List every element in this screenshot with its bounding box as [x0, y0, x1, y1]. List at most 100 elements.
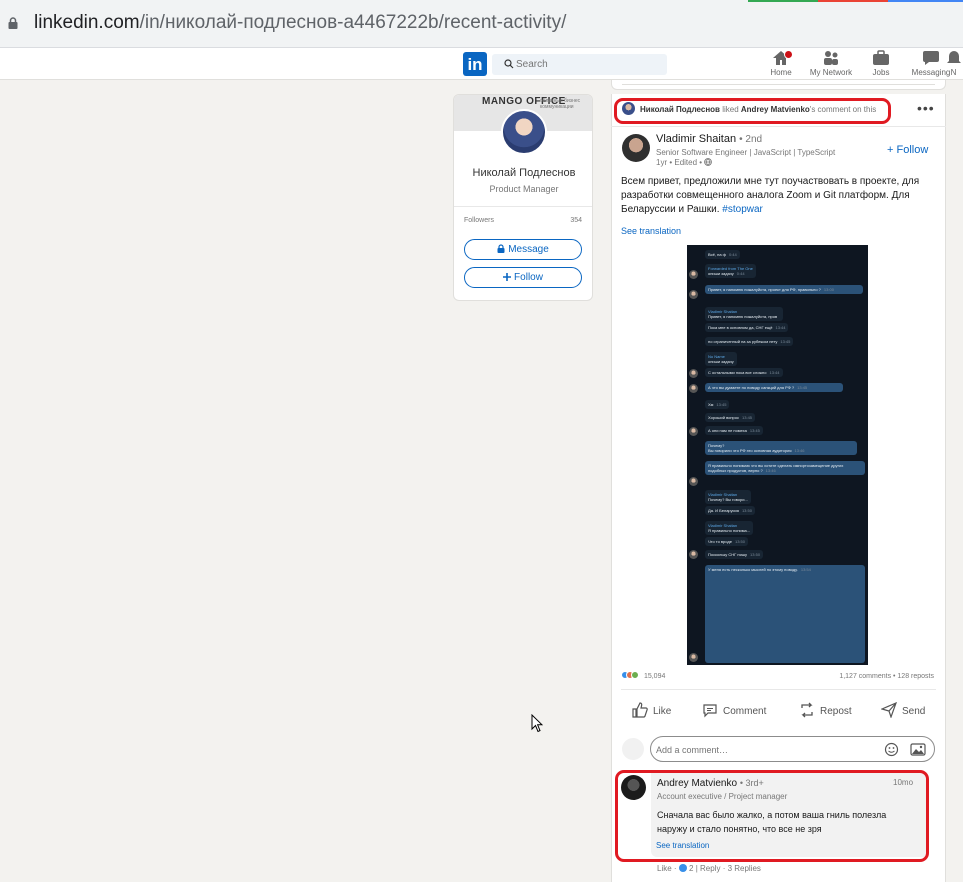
url-path: /in/николай-подлеснов-a4467222b/recent-a…	[139, 12, 567, 33]
profile-title: Product Manager	[489, 184, 559, 194]
avatar	[689, 270, 698, 279]
red-highlight-comment	[615, 770, 929, 862]
bell-icon	[946, 51, 961, 63]
avatar	[689, 653, 698, 662]
see-translation-link[interactable]: See translation	[621, 226, 681, 236]
nav-notifications-label: N	[950, 68, 957, 77]
post-meta: 1yr • Edited •	[656, 158, 713, 167]
chat-bubble: Да. И Беларусия 13:50	[705, 506, 755, 515]
repost-icon	[801, 702, 813, 718]
avatar	[689, 369, 698, 378]
like-button[interactable]: Like	[632, 702, 671, 718]
post-body: Всем привет, предложили мне тут поучаств…	[621, 176, 920, 215]
more-options-icon[interactable]: •••	[917, 101, 935, 115]
messaging-icon	[923, 51, 939, 65]
divider	[611, 126, 946, 127]
avatar	[622, 738, 644, 760]
hashtag-link[interactable]: #stopwar	[722, 204, 763, 215]
thumbs-up-icon	[632, 702, 648, 718]
reactions-count: 15,094	[643, 673, 666, 680]
post-time: 1yr • Edited •	[656, 158, 703, 167]
post-image[interactable]: Всё, на ф 0:44 Forwarded from The One опиш…	[687, 245, 868, 665]
post-author-name[interactable]: Vladimir Shaitan	[656, 133, 736, 145]
browser-address-bar[interactable]: linkedin.com/in/николай-подлеснов-a44672…	[0, 0, 963, 48]
comment-label: Comment	[723, 706, 767, 717]
avatar[interactable]	[622, 134, 650, 162]
notification-badge	[784, 50, 793, 59]
nav-network-label: My Network	[809, 68, 853, 77]
search-bar[interactable]	[492, 54, 667, 75]
tab-strip-accent	[888, 0, 963, 2]
nav-jobs[interactable]: Jobs	[856, 50, 906, 77]
send-label: Send	[902, 706, 926, 717]
lock-icon	[497, 244, 505, 253]
url-host: linkedin.com	[34, 12, 140, 33]
send-button[interactable]: Send	[880, 701, 926, 719]
chat-bubble: Почему? Вы говорили что РФ это основная а…	[705, 441, 857, 455]
repost-button[interactable]: Repost	[799, 702, 852, 718]
chat-bubble: Поскольку СНГ пишу 13:50	[705, 550, 764, 559]
chat-bubble: А они нам не помеха 13:45	[705, 426, 763, 435]
like-label: Like	[653, 706, 672, 717]
repost-label: Repost	[820, 706, 852, 717]
nav-home[interactable]: Home	[756, 50, 806, 77]
lock-icon	[8, 17, 18, 29]
avatar[interactable]	[501, 109, 547, 155]
plus-icon	[503, 273, 512, 281]
post-follow-button[interactable]: + Follow	[887, 144, 928, 156]
chat-bubble: Хм 13:45	[705, 400, 730, 409]
nav-notifications[interactable]: N	[944, 50, 963, 77]
follow-button-label: Follow	[514, 272, 543, 283]
reactions-summary[interactable]: 15,094	[621, 671, 665, 680]
replies-count[interactable]: 3 Replies	[728, 864, 761, 873]
connection-degree: • 2nd	[739, 134, 763, 145]
comment-box[interactable]	[650, 736, 935, 762]
comment-icon	[703, 704, 717, 718]
follow-button[interactable]: Follow	[464, 267, 582, 288]
chat-bubble: С остальными пока все сложно 13:44	[705, 368, 783, 377]
divider	[621, 689, 936, 690]
comment-button[interactable]: Comment	[702, 702, 766, 718]
profile-name[interactable]: Николай Подлеснов	[454, 167, 592, 179]
search-icon	[504, 59, 514, 69]
comment-reply-button[interactable]: Reply	[700, 864, 720, 873]
divider	[454, 206, 592, 207]
avatar	[689, 550, 698, 559]
comment-like-count[interactable]: 2	[689, 864, 693, 873]
post-author-headline: Senior Software Engineer | JavaScript | …	[656, 148, 836, 157]
chat-bubble: Vladimir Shaitan Я правильно понима...	[705, 521, 754, 535]
chat-bubble: Vladimir Shaitan Привет, я напомню пожалу…	[705, 307, 784, 321]
linkedin-logo[interactable]: in	[463, 52, 487, 76]
avatar	[689, 477, 698, 486]
globe-icon	[704, 158, 713, 166]
chat-bubble: А что вы думаете по поводу санкций для Р…	[705, 383, 843, 392]
chat-bubble: Хороший вопрос 13:45	[705, 413, 756, 422]
profile-card: MANGO OFFICE облачные бизнес коммуникаци…	[453, 94, 593, 301]
chat-bubble: Пока мне в основном да, СНГ ещё 13:44	[705, 323, 789, 332]
message-button-label: Message	[508, 244, 549, 255]
emoji-icon[interactable]	[884, 742, 899, 757]
followers-label: Followers	[464, 217, 494, 224]
image-icon[interactable]	[910, 742, 926, 757]
cover-tagline: облачные бизнес коммуникации	[540, 98, 581, 110]
comment-input[interactable]	[656, 741, 876, 758]
message-button[interactable]: Message	[464, 239, 582, 260]
post-text: Всем привет, предложили мне тут поучаств…	[621, 175, 921, 217]
send-icon	[880, 701, 898, 719]
mouse-cursor-icon	[531, 714, 543, 733]
search-input[interactable]	[516, 56, 656, 73]
url-text[interactable]: linkedin.com/in/николай-подлеснов-a44672…	[34, 12, 566, 34]
comment-like-button[interactable]: Like	[657, 864, 672, 873]
like-reaction-icon	[678, 864, 687, 872]
celebrate-reaction-icon	[631, 671, 639, 679]
chat-bubble: Всё, на ф 0:44	[705, 250, 740, 259]
chat-bubble: У меня есть несколько мыслей по этому по…	[705, 565, 865, 663]
tab-strip-accent	[818, 0, 888, 2]
comments-reposts-count[interactable]: 1,127 comments • 128 reposts	[839, 673, 934, 680]
chat-bubble: Vladimir Shaitan Почему? Вы говори...	[705, 490, 751, 504]
chat-bubble: No Name опиши задачу	[705, 352, 737, 366]
nav-my-network[interactable]: My Network	[806, 50, 856, 77]
post-author[interactable]: Vladimir Shaitan • 2nd	[656, 133, 762, 145]
nav-home-label: Home	[770, 68, 792, 77]
comment-actions: Like · 2 | Reply · 3 Replies	[657, 864, 761, 873]
